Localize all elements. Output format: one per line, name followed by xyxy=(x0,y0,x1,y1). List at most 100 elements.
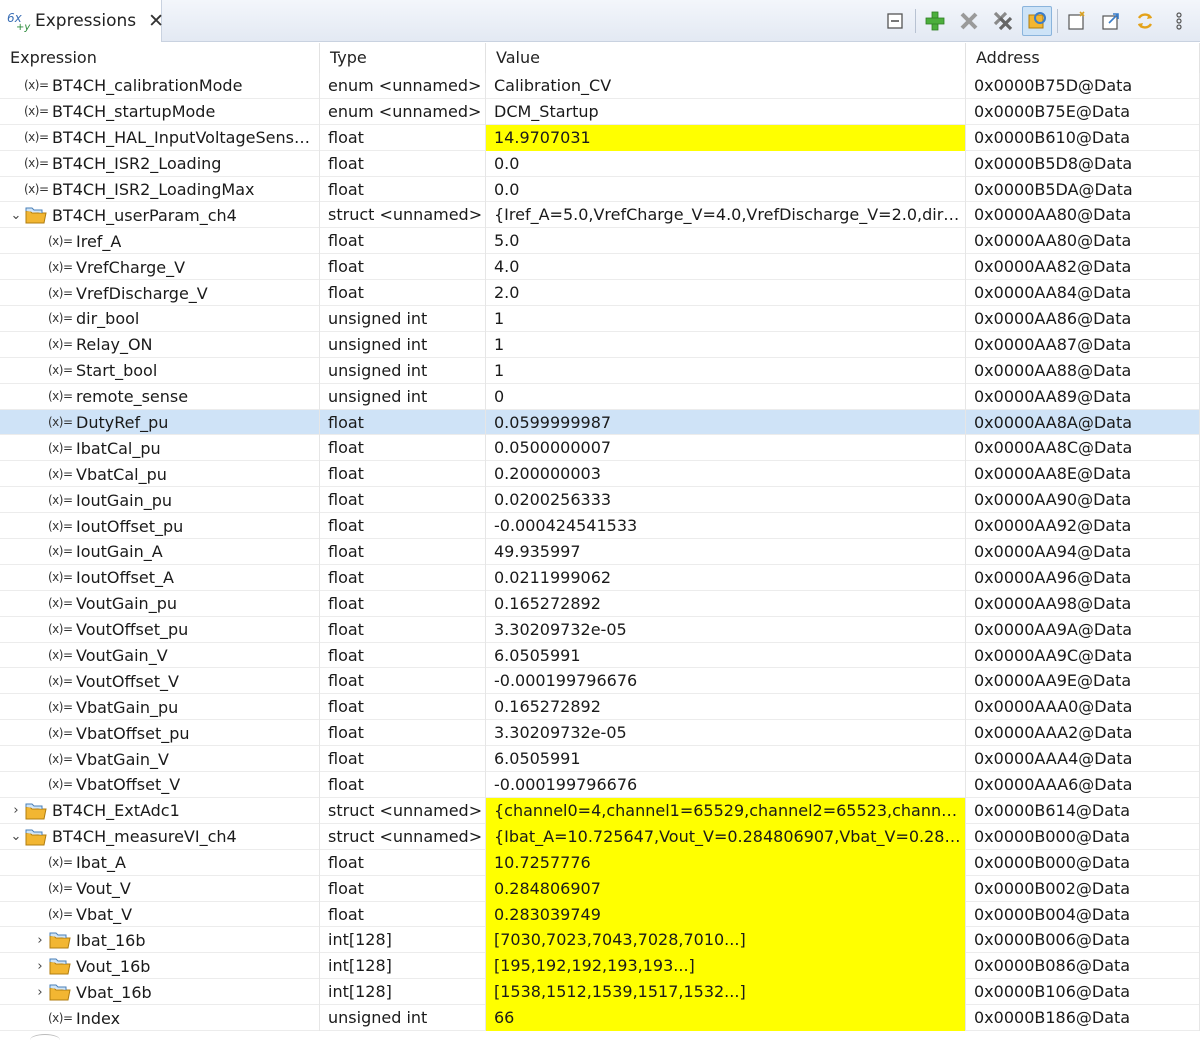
expression-cell[interactable]: (x)= Iref_A xyxy=(0,228,320,255)
tree-row[interactable]: (x)= BT4CH_ISR2_Loading float 0.0 0x0000B5D8… xyxy=(0,150,1200,177)
expression-cell[interactable]: (x)= dir_bool xyxy=(0,306,320,332)
value-cell[interactable]: Calibration_CV xyxy=(486,73,966,99)
tree-row[interactable]: (x)= Vout_V float 0.284806907 0x0000B002@Dat… xyxy=(0,875,1200,902)
expression-cell[interactable]: › Ibat_16b xyxy=(0,927,320,954)
tree-row-struct[interactable]: › Vout_16b int[128] [195,192,192,193,193...… xyxy=(0,953,1200,980)
expression-cell[interactable]: (x)= IoutGain_A xyxy=(0,539,320,565)
expression-cell[interactable]: (x)= VbatGain_pu xyxy=(0,694,320,721)
chevron-right-icon[interactable]: › xyxy=(32,954,48,979)
value-cell[interactable]: DCM_Startup xyxy=(486,98,966,125)
expression-cell[interactable]: (x)= IoutGain_pu xyxy=(0,487,320,514)
value-cell[interactable]: 6.0505991 xyxy=(486,746,966,773)
value-cell[interactable]: 1 xyxy=(486,357,966,384)
tree-row-struct[interactable]: ⌄ BT4CH_measureVI_ch4 struct <unnamed> {Iba… xyxy=(0,823,1200,850)
value-cell[interactable]: -0.000199796676 xyxy=(486,668,966,695)
value-cell[interactable]: 0.0 xyxy=(486,176,966,203)
tree-row[interactable]: (x)= BT4CH_ISR2_LoadingMax float 0.0 0x0000B… xyxy=(0,176,1200,203)
tree-row[interactable]: (x)= remote_sense unsigned int 0 0x0000AA89@… xyxy=(0,383,1200,410)
chevron-right-icon[interactable]: › xyxy=(32,928,48,953)
tree-row[interactable]: (x)= BT4CH_startupMode enum <unnamed> DCM_S… xyxy=(0,98,1200,125)
expression-cell[interactable]: (x)= Index xyxy=(0,1005,320,1031)
expression-cell[interactable]: (x)= Ibat_A xyxy=(0,849,320,876)
tree-row[interactable]: (x)= Vbat_V float 0.283039749 0x0000B004@Dat… xyxy=(0,901,1200,928)
tree-row[interactable]: (x)= VbatOffset_V float -0.000199796676 0x00… xyxy=(0,772,1200,798)
expression-cell[interactable]: (x)= VbatGain_V xyxy=(0,746,320,773)
expression-cell[interactable]: (x)= VrefCharge_V xyxy=(0,254,320,281)
column-header-expression[interactable]: Expression xyxy=(0,43,320,73)
close-icon[interactable]: ✕ xyxy=(148,10,164,32)
expression-cell[interactable]: (x)= VoutOffset_V xyxy=(0,668,320,695)
value-cell[interactable]: 1 xyxy=(486,306,966,332)
tree-row[interactable]: (x)= VbatOffset_pu float 3.30209732e-05 0x00… xyxy=(0,720,1200,747)
expression-cell[interactable]: ⌄ BT4CH_measureVI_ch4 xyxy=(0,823,320,850)
tree-row[interactable]: (x)= VrefDischarge_V float 2.0 0x0000AA84@Da… xyxy=(0,280,1200,307)
value-cell[interactable]: 0.0211999062 xyxy=(486,564,966,591)
tree-row-struct[interactable]: › Vbat_16b int[128] [1538,1512,1539,1517,15… xyxy=(0,979,1200,1006)
value-cell-changed[interactable]: [195,192,192,193,193...] xyxy=(486,953,966,980)
tree-row-struct[interactable]: › Ibat_16b int[128] [7030,7023,7043,7028,70… xyxy=(0,927,1200,954)
value-cell[interactable]: -0.000199796676 xyxy=(486,772,966,798)
value-cell-changed[interactable]: 66 xyxy=(486,1005,966,1031)
value-cell-changed[interactable]: 0.283039749 xyxy=(486,901,966,928)
expression-cell[interactable]: (x)= VbatCal_pu xyxy=(0,461,320,488)
value-cell[interactable]: 6.0505991 xyxy=(486,642,966,669)
value-cell[interactable]: -0.000424541533 xyxy=(486,513,966,540)
chevron-down-icon[interactable]: ⌄ xyxy=(8,203,24,228)
value-cell-changed[interactable]: [1538,1512,1539,1517,1532...] xyxy=(486,979,966,1006)
value-cell[interactable]: 49.935997 xyxy=(486,539,966,565)
tree-row[interactable]: (x)= IoutGain_A float 49.935997 0x0000AA94@D… xyxy=(0,539,1200,565)
value-cell[interactable]: 0.0500000007 xyxy=(486,435,966,462)
expression-cell[interactable]: › Vout_16b xyxy=(0,953,320,980)
remove-expression-button[interactable] xyxy=(954,6,984,36)
tree-row[interactable]: (x)= BT4CH_calibrationMode enum <unnamed> C… xyxy=(0,73,1200,99)
expression-cell[interactable]: (x)= Relay_ON xyxy=(0,331,320,358)
expressions-tab[interactable]: 6x +y Expressions ✕ xyxy=(0,0,164,42)
tree-row[interactable]: (x)= Relay_ON unsigned int 1 0x0000AA87@Data xyxy=(0,331,1200,358)
value-cell[interactable]: 4.0 xyxy=(486,254,966,281)
view-menu-button[interactable] xyxy=(1164,6,1194,36)
expression-cell[interactable]: (x)= IbatCal_pu xyxy=(0,435,320,462)
tree-row[interactable]: (x)= dir_bool unsigned int 1 0x0000AA86@Data xyxy=(0,306,1200,332)
expression-cell[interactable]: (x)= VoutGain_V xyxy=(0,642,320,669)
value-cell-changed[interactable]: 10.7257776 xyxy=(486,849,966,876)
expression-cell[interactable]: (x)= remote_sense xyxy=(0,383,320,410)
tree-row[interactable]: (x)= VoutOffset_pu float 3.30209732e-05 0x00… xyxy=(0,616,1200,643)
tree-row-struct[interactable]: › BT4CH_ExtAdc1 struct <unnamed> {channel0=… xyxy=(0,797,1200,824)
tree-row[interactable]: (x)= VoutGain_V float 6.0505991 0x0000AA9C@D… xyxy=(0,642,1200,669)
value-cell[interactable]: 0.200000003 xyxy=(486,461,966,488)
value-cell[interactable]: 3.30209732e-05 xyxy=(486,720,966,747)
export-button[interactable] xyxy=(1096,6,1126,36)
remove-all-button[interactable] xyxy=(988,6,1018,36)
expression-cell[interactable]: (x)= BT4CH_startupMode xyxy=(0,98,320,125)
expression-cell[interactable]: (x)= VbatOffset_pu xyxy=(0,720,320,747)
tree-row[interactable]: (x)= Index unsigned int 66 0x0000B186@Data xyxy=(0,1005,1200,1031)
tree-row[interactable]: (x)= VbatGain_pu float 0.165272892 0x0000AAA… xyxy=(0,694,1200,721)
expression-cell[interactable]: (x)= IoutOffset_A xyxy=(0,564,320,591)
expression-cell[interactable]: (x)= DutyRef_pu xyxy=(0,409,320,436)
expression-cell[interactable]: (x)= VoutGain_pu xyxy=(0,590,320,617)
expression-cell[interactable]: (x)= IoutOffset_pu xyxy=(0,513,320,540)
continuous-refresh-button[interactable] xyxy=(1130,6,1160,36)
tree-row-struct[interactable]: ⌄ BT4CH_userParam_ch4 struct <unnamed> {Ire… xyxy=(0,202,1200,229)
expression-cell[interactable]: (x)= VrefDischarge_V xyxy=(0,280,320,307)
tree-row[interactable]: (x)= VbatCal_pu float 0.200000003 0x0000AA8E… xyxy=(0,461,1200,488)
value-cell[interactable]: 0.165272892 xyxy=(486,590,966,617)
chevron-down-icon[interactable]: ⌄ xyxy=(8,824,24,849)
column-header-value[interactable]: Value xyxy=(486,43,966,73)
expression-cell[interactable]: (x)= VoutOffset_pu xyxy=(0,616,320,643)
value-cell-changed[interactable]: {Ibat_A=10.725647,Vout_V=0.284806907,Vba… xyxy=(486,823,966,850)
tree-row[interactable]: (x)= DutyRef_pu float 0.0599999987 0x0000AA8… xyxy=(0,409,1200,436)
expression-cell[interactable]: (x)= BT4CH_calibrationMode xyxy=(0,73,320,99)
value-cell-changed[interactable]: 0.284806907 xyxy=(486,875,966,902)
tree-row[interactable]: (x)= IoutOffset_A float 0.0211999062 0x0000A… xyxy=(0,564,1200,591)
value-cell[interactable]: 3.30209732e-05 xyxy=(486,616,966,643)
tree-row[interactable]: (x)= VrefCharge_V float 4.0 0x0000AA82@Data xyxy=(0,254,1200,281)
value-cell[interactable]: 0.0599999987 xyxy=(486,409,966,436)
value-cell[interactable]: 0.0 xyxy=(486,150,966,177)
value-cell[interactable]: 5.0 xyxy=(486,228,966,255)
tree-row[interactable]: (x)= IoutOffset_pu float -0.000424541533 0x0… xyxy=(0,513,1200,540)
show-type-button[interactable] xyxy=(1022,6,1052,36)
value-cell[interactable]: 0.165272892 xyxy=(486,694,966,721)
expression-cell[interactable]: (x)= BT4CH_ISR2_Loading xyxy=(0,150,320,177)
value-cell-changed[interactable]: [7030,7023,7043,7028,7010...] xyxy=(486,927,966,954)
